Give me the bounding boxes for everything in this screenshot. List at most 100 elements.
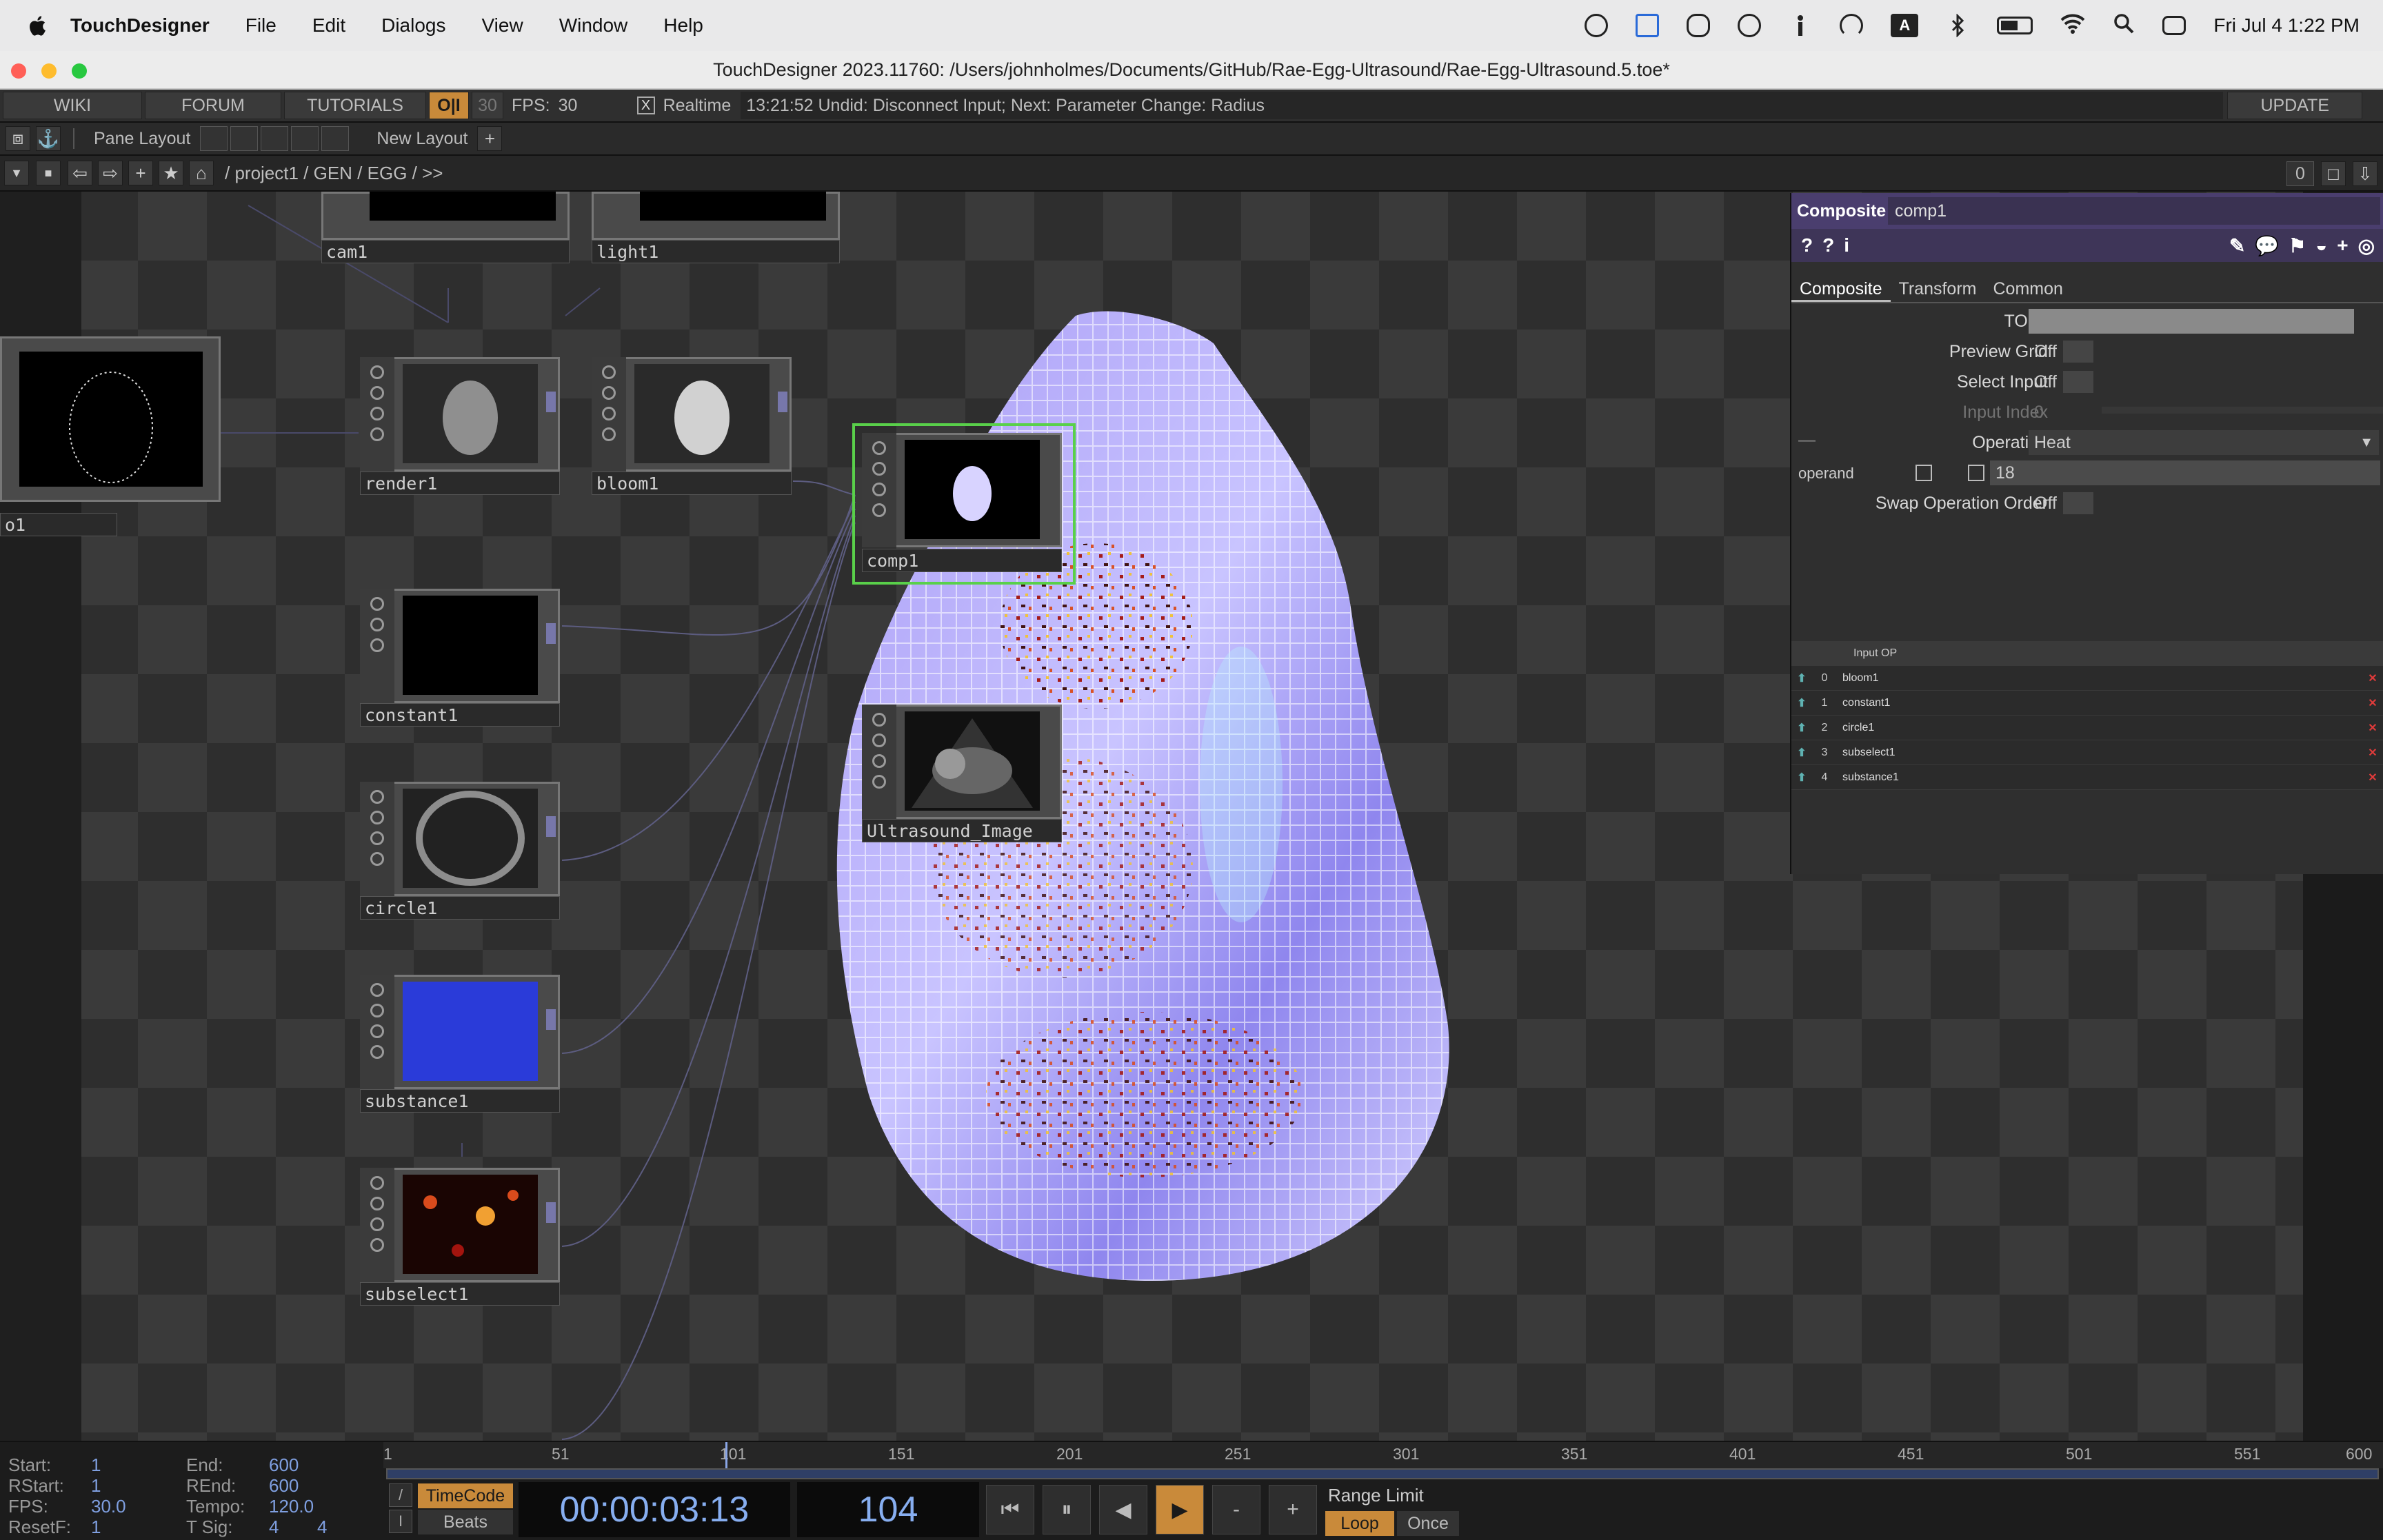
input-name[interactable]: substance1 xyxy=(1837,771,2362,784)
input-row[interactable]: ⬆ 4 substance1 ✕ xyxy=(1791,765,2383,790)
forum-button[interactable]: FORUM xyxy=(145,92,281,119)
forward-icon[interactable]: ⇨ xyxy=(98,161,123,185)
anchor-icon[interactable]: ⚓ xyxy=(36,126,61,151)
rstart-value[interactable]: 1 xyxy=(91,1475,101,1497)
menu-app-name[interactable]: TouchDesigner xyxy=(70,14,210,37)
input-row[interactable]: ⬆ 2 circle1 ✕ xyxy=(1791,716,2383,740)
once-button[interactable]: Once xyxy=(1397,1511,1459,1536)
wiki-button[interactable]: WIKI xyxy=(3,92,142,119)
preview-grid-value[interactable]: Off xyxy=(2029,339,2062,364)
step-minus-button[interactable]: - xyxy=(1212,1485,1260,1534)
target-icon[interactable]: ◎ xyxy=(2358,234,2375,257)
pane-layout-presets[interactable] xyxy=(200,126,350,151)
swap-order-value[interactable]: Off xyxy=(2029,491,2062,516)
network-path[interactable]: / project1 / GEN / EGG / >> xyxy=(225,163,443,184)
operation-dropdown[interactable]: Heat ▼ xyxy=(2029,430,2379,455)
node-constant1[interactable]: constant1 xyxy=(360,589,564,727)
tsig-value-a[interactable]: 4 xyxy=(269,1517,279,1538)
remove-input-icon[interactable]: ✕ xyxy=(2362,746,2383,760)
path-counter[interactable]: 0 xyxy=(2286,161,2314,186)
arrow-up-icon[interactable]: ⬆ xyxy=(1791,671,1812,685)
arrow-up-icon[interactable]: ⬆ xyxy=(1791,696,1812,710)
input-row[interactable]: ⬆ 1 constant1 ✕ xyxy=(1791,691,2383,716)
python-help-icon[interactable]: ? xyxy=(1822,234,1834,256)
loop-button[interactable]: Loop xyxy=(1325,1511,1394,1536)
menu-dialogs[interactable]: Dialogs xyxy=(381,14,445,37)
node-comp1[interactable]: comp1 xyxy=(852,423,1076,585)
time-bar-button[interactable]: I xyxy=(389,1510,412,1533)
tsig-value-b[interactable]: 4 xyxy=(317,1517,327,1538)
apple-icon[interactable] xyxy=(28,14,47,37)
add-parameter-icon[interactable]: + xyxy=(2337,234,2348,256)
remove-input-icon[interactable]: ✕ xyxy=(2362,671,2383,685)
update-button[interactable]: UPDATE xyxy=(2227,92,2363,119)
battery-icon[interactable] xyxy=(1997,17,2033,34)
control-center-icon[interactable] xyxy=(2162,16,2186,35)
remove-input-icon[interactable]: ✕ xyxy=(2362,696,2383,710)
fps-value[interactable]: 30.0 xyxy=(91,1496,126,1517)
operand-field[interactable]: 18 xyxy=(1990,460,2380,485)
network-view-icon[interactable]: ⧈ xyxy=(6,126,30,151)
bookmark-star-icon[interactable]: ★ xyxy=(159,161,183,185)
dropbox-icon[interactable] xyxy=(1636,14,1660,37)
arrow-up-icon[interactable]: ⬆ xyxy=(1791,771,1812,784)
bluetooth-icon[interactable] xyxy=(1946,13,1969,38)
node-render1[interactable]: render1 xyxy=(360,357,564,495)
timecode-display[interactable]: 00:00:03:13 xyxy=(519,1482,790,1537)
maximize-pane-icon[interactable]: □ xyxy=(2321,161,2346,186)
input-row[interactable]: ⬆ 3 subselect1 ✕ xyxy=(1791,740,2383,765)
range-scrollbar[interactable] xyxy=(386,1468,2379,1479)
operand-checkbox-a[interactable] xyxy=(1916,465,1932,481)
accessibility-icon[interactable] xyxy=(1789,14,1812,37)
arrow-up-icon[interactable]: ⬆ xyxy=(1791,746,1812,760)
node-bloom1[interactable]: bloom1 xyxy=(592,357,796,495)
zoom-window-button[interactable] xyxy=(72,63,87,79)
rend-value[interactable]: 600 xyxy=(269,1475,299,1497)
cloud-sync-icon[interactable] xyxy=(1687,14,1711,37)
dropdown-icon[interactable]: ▼ xyxy=(4,161,29,185)
menu-file[interactable]: File xyxy=(245,14,276,37)
input-name[interactable]: bloom1 xyxy=(1837,672,2362,685)
menu-view[interactable]: View xyxy=(482,14,523,37)
oi-toggle-button[interactable]: O|I xyxy=(429,92,469,119)
close-window-button[interactable] xyxy=(11,63,26,79)
tutorials-button[interactable]: TUTORIALS xyxy=(284,92,426,119)
flag-icon[interactable]: ⚑ xyxy=(2289,234,2306,257)
wifi-icon[interactable] xyxy=(2060,13,2085,39)
input-name[interactable]: constant1 xyxy=(1837,697,2362,709)
tempo-value[interactable]: 120.0 xyxy=(269,1496,314,1517)
tab-composite[interactable]: Composite xyxy=(1791,276,1891,302)
play-icon[interactable] xyxy=(1738,14,1762,37)
menu-help[interactable]: Help xyxy=(663,14,703,37)
input-source-icon[interactable]: A xyxy=(1891,14,1919,37)
arrow-up-icon[interactable]: ⬆ xyxy=(1791,721,1812,735)
openai-icon[interactable] xyxy=(1585,14,1609,37)
op-name-field[interactable]: comp1 xyxy=(1888,197,2380,225)
help-icon[interactable]: ? xyxy=(1801,234,1813,256)
operand-checkbox-b[interactable] xyxy=(1968,465,1984,481)
remove-input-icon[interactable]: ✕ xyxy=(2362,771,2383,784)
node-subselect1[interactable]: subselect1 xyxy=(360,1168,564,1306)
remove-input-icon[interactable]: ✕ xyxy=(2362,721,2383,735)
node-cam1[interactable]: cam1 xyxy=(321,192,570,265)
tops-field[interactable] xyxy=(2029,309,2354,334)
spotlight-search-icon[interactable] xyxy=(2113,12,2135,39)
node-substance1[interactable]: substance1 xyxy=(360,975,564,1113)
time-slash-button[interactable]: / xyxy=(389,1483,412,1507)
edit-pencil-icon[interactable]: ✎ xyxy=(2229,234,2245,257)
input-name[interactable]: circle1 xyxy=(1837,722,2362,734)
add-layout-button[interactable]: + xyxy=(477,126,503,151)
menu-window[interactable]: Window xyxy=(559,14,628,37)
fps-cap[interactable]: 30 xyxy=(472,92,503,119)
node-o1[interactable]: o1 xyxy=(0,336,221,536)
node-light1[interactable]: light1 xyxy=(592,192,840,265)
python-icon[interactable]: ◒ xyxy=(2315,234,2327,256)
swap-order-toggle[interactable] xyxy=(2063,492,2093,514)
tab-transform[interactable]: Transform xyxy=(1891,276,1985,302)
new-layout-label[interactable]: New Layout xyxy=(376,129,467,149)
stop-icon[interactable]: ■ xyxy=(36,161,61,185)
rewind-icon[interactable]: ⏮ xyxy=(986,1485,1034,1534)
select-input-value[interactable]: Off xyxy=(2029,369,2062,394)
realtime-checkbox[interactable]: X xyxy=(636,97,655,114)
play-forward-icon[interactable]: ▶ xyxy=(1156,1485,1204,1534)
